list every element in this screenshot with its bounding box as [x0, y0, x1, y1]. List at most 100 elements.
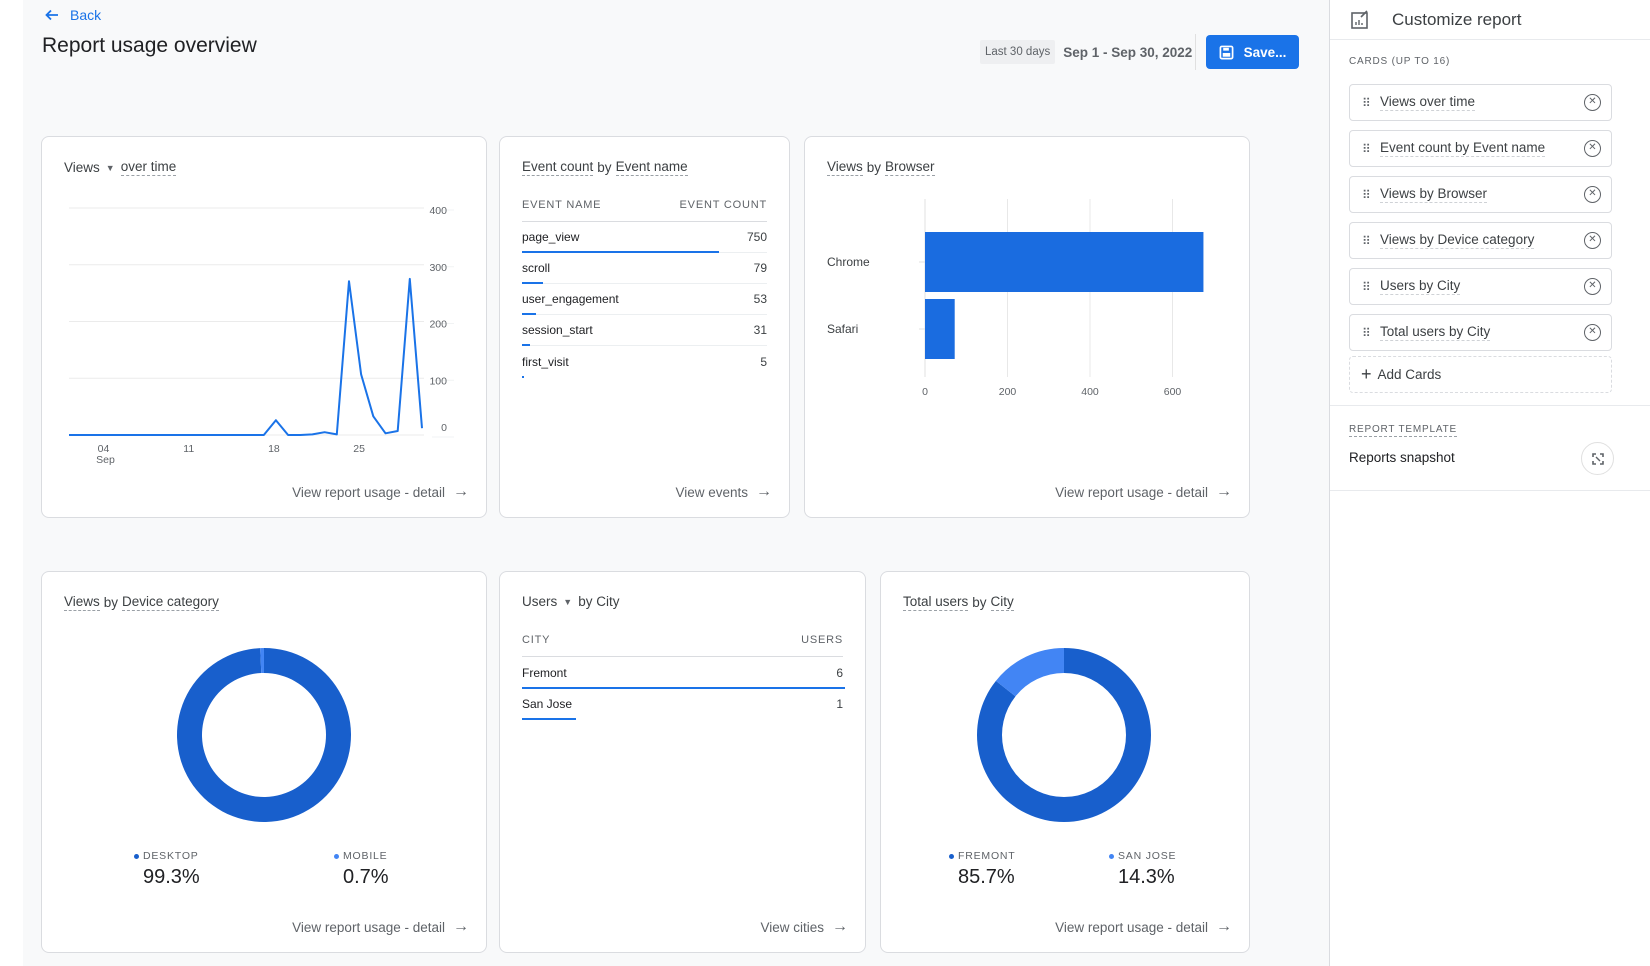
dimension-label[interactable]: Event name [615, 159, 688, 176]
template-section-label: REPORT TEMPLATE [1349, 424, 1457, 437]
drag-handle-icon[interactable]: ⠿ [1362, 96, 1380, 110]
card-list-item[interactable]: ⠿ Views by Browser ✕ [1349, 176, 1612, 213]
x-tick-label: 0 [922, 386, 928, 398]
remove-card-icon[interactable]: ✕ [1584, 232, 1601, 249]
drag-handle-icon[interactable]: ⠿ [1362, 326, 1380, 340]
card-item-label: Total users by City [1380, 324, 1491, 341]
table-row[interactable]: page_view 750 [522, 222, 767, 253]
save-button[interactable]: Save... [1206, 35, 1299, 69]
metric-label[interactable]: Event count [522, 159, 594, 176]
card-total-users-by-city: Total users by City FREMONT 85.7% SAN JO… [880, 571, 1250, 953]
drag-handle-icon[interactable]: ⠿ [1362, 280, 1380, 294]
card-views-by-browser: Views by Browser 0 200 400 600 Chrome Safari … [804, 136, 1250, 518]
arrow-right-icon: → [1216, 918, 1232, 935]
col-event-count: EVENT COUNT [679, 199, 767, 211]
section-divider [1330, 405, 1650, 406]
arrow-right-icon: → [453, 918, 469, 935]
legend-dot [949, 853, 954, 859]
legend-dot [134, 853, 139, 859]
card-item-label: Users by City [1380, 278, 1461, 295]
table-row[interactable]: session_start 31 [522, 315, 767, 346]
date-preset-chip: Last 30 days [980, 40, 1056, 64]
drag-handle-icon[interactable]: ⠿ [1362, 234, 1380, 248]
view-report-usage-link[interactable]: View report usage - detail → [292, 483, 469, 501]
edit-chart-icon [1351, 9, 1368, 29]
remove-card-icon[interactable]: ✕ [1584, 324, 1601, 341]
view-report-usage-link[interactable]: View report usage - detail → [1055, 483, 1232, 501]
x-tick-label: 200 [999, 386, 1017, 398]
table-row[interactable]: first_visit 5 [522, 346, 767, 378]
card-item-label: Event count by Event name [1380, 140, 1546, 157]
series-line-views [69, 277, 423, 436]
panel-header: Customize report [1330, 0, 1650, 40]
remove-card-icon[interactable]: ✕ [1584, 278, 1601, 295]
legend-label: MOBILE [343, 850, 388, 862]
panel-title: Customize report [1392, 9, 1522, 29]
card-list-item[interactable]: ⠿ Views over time ✕ [1349, 84, 1612, 121]
by-label: by [597, 160, 612, 175]
card-list-item[interactable]: ⠿ Views by Device category ✕ [1349, 222, 1612, 259]
link-label: View report usage - detail [292, 919, 445, 935]
x-tick-label: 400 [1081, 386, 1099, 398]
legend-label: SAN JOSE [1118, 850, 1177, 862]
view-events-link[interactable]: View events → [675, 483, 772, 501]
legend-item: DESKTOP 99.3% [134, 850, 200, 889]
table-row[interactable]: scroll 79 [522, 253, 767, 284]
link-label: View report usage - detail [1055, 919, 1208, 935]
city-table: CITY USERS Fremont 6 San Jose 1 [522, 634, 845, 720]
row-name: San Jose [522, 696, 573, 711]
back-link[interactable]: Back [44, 7, 101, 23]
card-list-item[interactable]: ⠿ Users by City ✕ [1349, 268, 1612, 305]
card-list-item[interactable]: ⠿ Total users by City ✕ [1349, 314, 1612, 351]
row-name: first_visit [522, 354, 569, 369]
donut-chart [977, 648, 1151, 822]
y-tick-label: 100 [429, 375, 447, 387]
col-users: USERS [801, 634, 843, 646]
card-users-by-city: Users ▼ by City CITY USERS Fremont 6 San J… [499, 571, 866, 953]
table-row[interactable]: Fremont 6 [522, 657, 845, 689]
x-tick-label: 600 [1164, 386, 1182, 398]
row-value: 6 [836, 665, 843, 680]
donut-slice-desktop [176, 648, 351, 822]
card-event-count: Event count by Event name EVENT NAME EVE… [499, 136, 790, 518]
x-tick-sublabel: Sep [96, 454, 115, 466]
drag-handle-icon[interactable]: ⠿ [1362, 188, 1380, 202]
row-value: 31 [753, 323, 767, 337]
remove-card-icon[interactable]: ✕ [1584, 186, 1601, 203]
y-tick-label: 0 [441, 422, 447, 434]
row-name: session_start [522, 323, 593, 337]
row-bar [522, 718, 576, 720]
x-tick-label: 11 [183, 443, 194, 455]
view-cities-link[interactable]: View cities → [760, 918, 848, 936]
remove-card-icon[interactable]: ✕ [1584, 94, 1601, 111]
card-list-item[interactable]: ⠿ Event count by Event name ✕ [1349, 130, 1612, 167]
view-report-usage-link[interactable]: View report usage - detail → [292, 918, 469, 936]
category-label: Chrome [827, 255, 870, 269]
row-value: 53 [753, 292, 767, 306]
legend-value: 14.3% [1118, 866, 1175, 888]
donut-chart [176, 648, 351, 822]
card-views-by-device: Views by Device category DESKTOP 99.3% M… [41, 571, 487, 953]
dimension-label[interactable]: by City [578, 594, 619, 609]
x-tick-label: 18 [268, 443, 280, 455]
card-title: Users ▼ by City [522, 594, 619, 609]
table-row[interactable]: user_engagement 53 [522, 284, 767, 315]
caret-down-icon[interactable]: ▼ [563, 597, 572, 607]
metric-selector[interactable]: Users [522, 594, 557, 609]
date-range-picker[interactable]: Last 30 days Sep 1 - Sep 30, 2022 [980, 38, 1192, 66]
save-icon [1219, 45, 1234, 59]
unlink-template-button[interactable] [1581, 442, 1614, 475]
legend-item: MOBILE 0.7% [334, 850, 389, 889]
save-label: Save... [1243, 44, 1287, 60]
add-cards-button[interactable]: + Add Cards [1349, 356, 1612, 393]
table-header: CITY USERS [522, 634, 843, 657]
bar-safari [925, 299, 955, 359]
view-report-usage-link[interactable]: View report usage - detail → [1055, 918, 1232, 936]
legend-label: FREMONT [958, 850, 1016, 862]
remove-card-icon[interactable]: ✕ [1584, 140, 1601, 157]
row-value: 1 [836, 696, 843, 711]
card-views-over-time: Views ▼ over time 0 100 200 300 400 04 Sep 11 18… [41, 136, 487, 518]
drag-handle-icon[interactable]: ⠿ [1362, 142, 1380, 156]
template-name: Reports snapshot [1349, 450, 1455, 465]
table-row[interactable]: San Jose 1 [522, 688, 843, 720]
